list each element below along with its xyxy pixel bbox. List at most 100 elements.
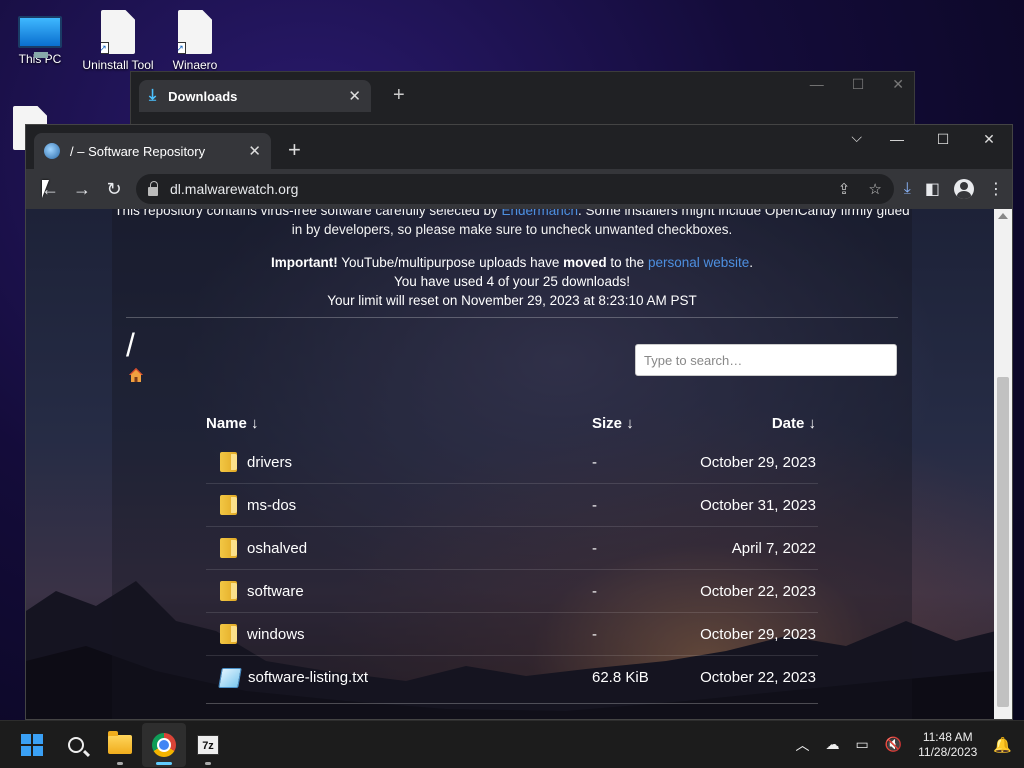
column-label: Size (592, 414, 623, 432)
browser-tab[interactable]: / – Software Repository ✕ (34, 133, 271, 169)
chevron-up-icon[interactable]: ︿ (795, 735, 809, 755)
column-header-date[interactable]: Date ↓ (678, 415, 818, 432)
folder-icon (220, 624, 237, 644)
clock-time: 11:48 AM (922, 729, 973, 744)
file-row[interactable]: software-listing.txt 62.8 KiB October 22… (206, 656, 818, 699)
file-size: 62.8 KiB (592, 669, 649, 686)
sort-arrow-icon: ↓ (808, 414, 817, 432)
file-name[interactable]: oshalved (247, 540, 307, 557)
taskbar-chrome[interactable] (142, 722, 186, 767)
downloads-window: ⤓ Downloads ✕ + — ☐ ✕ (130, 71, 915, 131)
file-row[interactable]: ms-dos - October 31, 2023 (206, 484, 818, 527)
important-label: Important! (270, 255, 338, 270)
download-arrow-icon: ⤓ (149, 87, 157, 104)
address-bar[interactable]: dl.malwarewatch.org ⇪ ☆ (136, 174, 894, 204)
volume-muted-icon[interactable]: 🔇 (885, 736, 902, 753)
divider (206, 703, 818, 704)
side-panel-icon[interactable]: ◧ (925, 179, 940, 199)
close-tab-icon[interactable]: ✕ (248, 142, 261, 160)
file-name[interactable]: drivers (247, 454, 292, 471)
notice-text: . (749, 255, 754, 270)
minimize-icon[interactable]: — (810, 76, 824, 93)
notice-block: Important! YouTube/multipurpose uploads … (112, 253, 912, 310)
share-icon[interactable]: ⇪ (838, 180, 851, 198)
file-row[interactable]: windows - October 29, 2023 (206, 613, 818, 656)
file-row[interactable]: software - October 22, 2023 (206, 570, 818, 613)
maximize-icon[interactable]: ☐ (852, 76, 865, 93)
close-tab-icon[interactable]: ✕ (348, 87, 361, 105)
sort-arrow-icon: ↓ (251, 414, 259, 432)
page-scrollbar[interactable] (994, 209, 1012, 719)
browser-toolbar: ← → ↻ dl.malwarewatch.org ⇪ ☆ ⤓ ◧ ⋮ (26, 169, 1012, 209)
tab-title: / – Software Repository (70, 143, 206, 159)
file-list-header: Name ↓ Size ↓ Date ↓ (206, 405, 818, 441)
notice-text: to the (606, 255, 648, 270)
file-size: - (592, 582, 597, 600)
cloud-offline-icon[interactable]: ☁ (825, 736, 839, 753)
tab-search-icon[interactable]: ⌵ (851, 129, 862, 146)
desktop-icon-this-pc[interactable]: This PC (0, 10, 80, 66)
taskbar-7zip[interactable]: 7z (186, 723, 230, 767)
7zip-icon: 7z (197, 734, 219, 755)
file-name[interactable]: software-listing.txt (248, 669, 368, 686)
browser-window: / – Software Repository ✕ + ⌵ — ☐ ✕ ← → … (25, 124, 1013, 720)
file-list: Name ↓ Size ↓ Date ↓ drivers - October 2… (206, 405, 818, 699)
menu-dots-icon[interactable]: ⋮ (988, 179, 1004, 199)
running-indicator (117, 761, 123, 765)
file-name-cell: windows (206, 624, 592, 644)
file-date: October 31, 2023 (700, 496, 816, 514)
profile-avatar-icon[interactable] (954, 179, 974, 199)
file-row[interactable]: oshalved - April 7, 2022 (206, 527, 818, 570)
home-icon[interactable] (128, 367, 144, 383)
file-row[interactable]: drivers - October 29, 2023 (206, 441, 818, 484)
scrollbar-thumb[interactable] (997, 377, 1009, 707)
scroll-up-arrow-icon[interactable] (998, 213, 1008, 219)
taskbar-file-explorer[interactable] (98, 723, 142, 767)
search-input[interactable] (635, 344, 897, 376)
column-header-size[interactable]: Size ↓ (592, 415, 678, 432)
minimize-button[interactable]: — (874, 125, 920, 153)
toolbar-actions: ⤓ ◧ ⋮ (904, 179, 1004, 199)
active-indicator (156, 761, 172, 765)
downloads-tab[interactable]: ⤓ Downloads ✕ (139, 80, 371, 112)
important-notice: Important! YouTube/multipurpose uploads … (112, 253, 912, 272)
network-icon[interactable]: ▭ (855, 736, 868, 753)
downloads-icon[interactable]: ⤓ (904, 180, 911, 198)
column-label: Date (771, 414, 805, 432)
file-size: - (592, 496, 597, 514)
downloads-used-text: You have used 4 of your 25 downloads! (394, 274, 630, 289)
windows-logo-icon (21, 733, 43, 756)
author-link[interactable]: Endermanch (501, 209, 578, 218)
new-tab-button[interactable]: + (393, 84, 405, 107)
file-date: October 29, 2023 (700, 453, 816, 471)
lock-icon[interactable] (148, 180, 158, 196)
desktop-icon-label: Uninstall Tool (82, 58, 154, 72)
new-tab-button[interactable]: + (288, 137, 301, 163)
desktop-icon-winaero[interactable]: ↗ Winaero (155, 10, 235, 72)
maximize-button[interactable]: ☐ (920, 125, 966, 153)
notice-text: YouTube/multipurpose uploads have (337, 255, 564, 270)
taskbar-clock[interactable]: 11:48 AM 11/28/2023 (918, 730, 977, 760)
file-name[interactable]: software (247, 583, 304, 600)
bookmark-star-icon[interactable]: ☆ (868, 180, 881, 198)
personal-website-link[interactable]: personal website (648, 255, 749, 270)
file-date: October 22, 2023 (700, 582, 816, 600)
window-controls: — ☐ ✕ (874, 125, 1012, 153)
file-name[interactable]: ms-dos (247, 497, 296, 514)
folder-icon (220, 495, 237, 515)
close-icon[interactable]: ✕ (892, 76, 904, 93)
column-header-name[interactable]: Name ↓ (206, 415, 592, 432)
notification-bell-icon[interactable]: 🔔 (993, 736, 1012, 754)
file-name[interactable]: windows (247, 626, 305, 643)
forward-arrow-icon[interactable]: → (66, 179, 98, 200)
system-tray: ︿ ☁ ▭ 🔇 11:48 AM 11/28/2023 🔔 (795, 730, 1024, 760)
monitor-icon (18, 16, 62, 58)
text-file-icon (218, 667, 242, 688)
site-favicon-icon (44, 143, 60, 159)
close-window-button[interactable]: ✕ (966, 125, 1012, 153)
start-button[interactable] (10, 723, 54, 767)
desktop-icon-uninstall-tool[interactable]: ↗ Uninstall Tool (78, 10, 158, 72)
taskbar-search-button[interactable] (54, 723, 98, 767)
document-icon: ↗ (178, 10, 212, 54)
reload-icon[interactable]: ↻ (98, 179, 130, 200)
